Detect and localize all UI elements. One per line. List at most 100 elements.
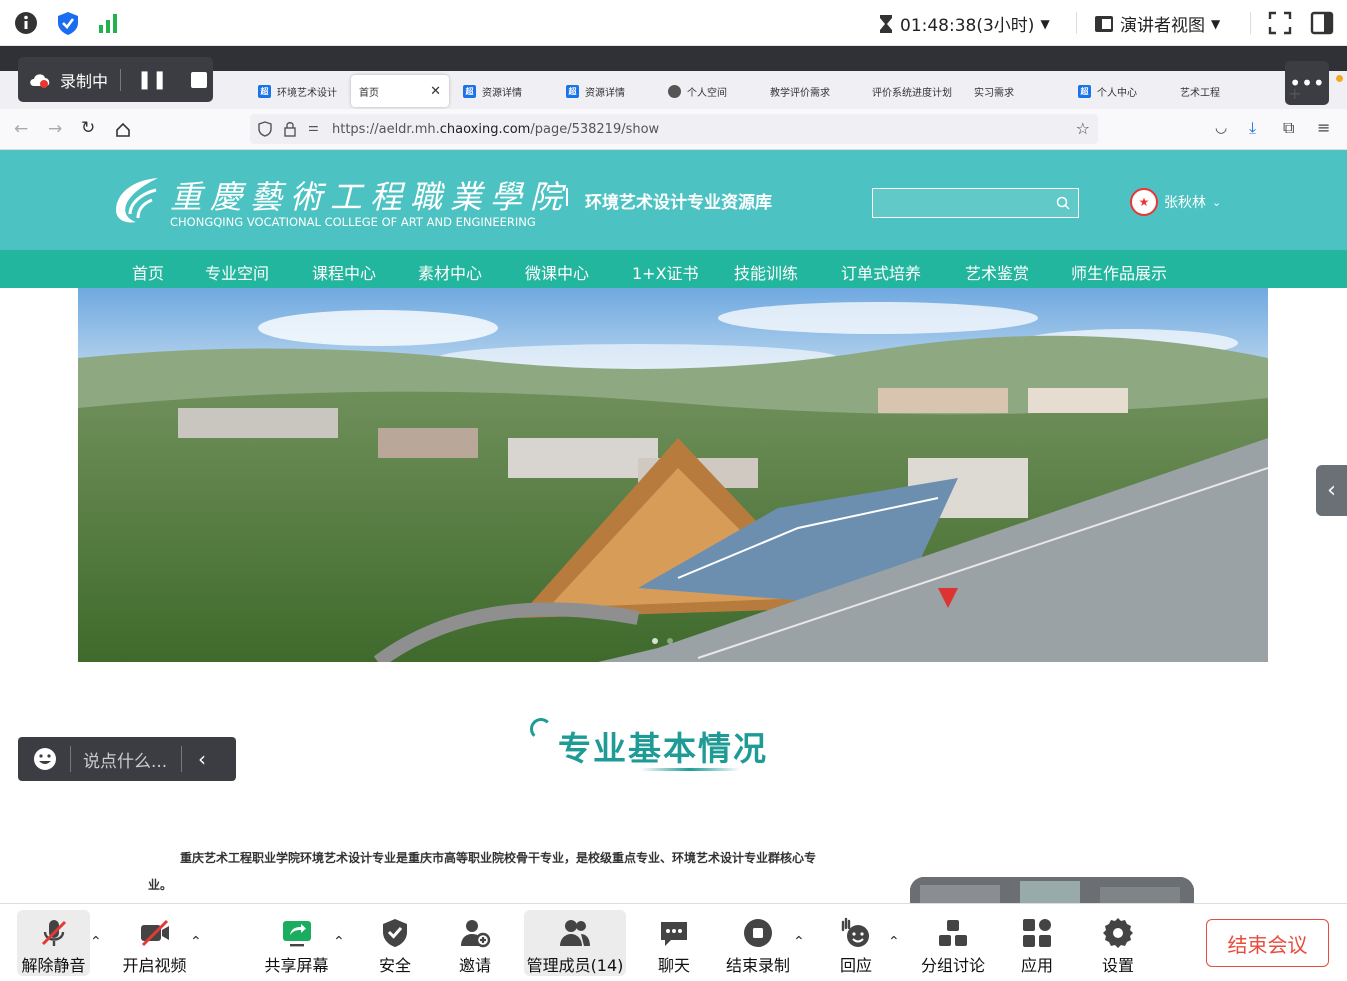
back-icon[interactable]: ← [14,119,28,139]
nav-item-1x-certificate[interactable]: 1+X证书 [632,260,699,284]
apps-button[interactable]: 应用 [1006,910,1068,976]
browser-nav-bar: ← → ↻ ⚌ https://aeldr.mh. chaoxing.com/pa… [0,109,1347,150]
home-icon[interactable] [115,122,131,138]
reload-icon[interactable]: ↻ [81,118,95,138]
invite-icon [461,920,491,948]
sidebar-toggle-icon[interactable] [1309,10,1335,36]
intro-paragraph: 重庆艺术工程职业学院环境艺术设计专业是重庆市高等职业院校骨干专业，是校级重点专业… [180,851,817,865]
nav-item-materials[interactable]: 素材中心 [418,260,482,284]
site-search-input[interactable] [872,188,1079,218]
emoji-icon[interactable] [32,746,58,772]
stop-recording-button[interactable]: 结束录制 [718,910,798,976]
info-icon[interactable] [13,10,39,36]
toolbar-label: 解除静音 [21,956,86,975]
timer-text: 01:48:38(3小时) [900,16,1035,36]
hero-banner-image[interactable] [78,288,1268,662]
search-icon[interactable] [1056,196,1070,210]
nav-item-micro-lessons[interactable]: 微课中心 [525,260,589,284]
unmute-button[interactable]: 解除静音 [17,910,90,976]
forward-icon[interactable]: → [48,119,62,139]
tab-art-engineering[interactable]: 艺术工程 [1172,75,1267,107]
presenter-view-button[interactable]: 演讲者视图 ▼ [1094,11,1220,36]
meeting-timer[interactable]: 01:48:38(3小时) ▼ [878,11,1050,36]
download-icon[interactable]: ⤓ [1249,118,1256,138]
chevron-up-icon[interactable]: ⌃ [333,934,345,950]
security-shield-icon[interactable] [55,10,81,36]
chevron-down-icon: ⌄ [1212,195,1222,209]
settings-button[interactable]: 设置 [1087,910,1149,976]
new-tab-icon[interactable]: + [1288,84,1301,103]
tab-internship[interactable]: 实习需求 [966,75,1061,107]
toolbar-label: 结束录制 [725,956,790,975]
carousel-collapse-button[interactable]: ‹ [1316,465,1347,516]
divider [120,68,122,91]
nav-item-home[interactable]: 首页 [132,260,164,284]
tab-home[interactable]: 首页 ✕ [351,75,449,107]
url-path: /page/538219/show [530,121,660,137]
chaoxing-icon: 超 [566,84,579,98]
hourglass-icon [880,14,892,33]
url-prefix: https://aeldr.mh. [332,121,440,137]
stop-icon[interactable] [191,71,208,88]
divider [1250,12,1251,34]
college-logo-icon [116,178,158,223]
extensions-icon[interactable]: ⧉ [1283,118,1294,138]
nav-item-order-training[interactable]: 订单式培养 [841,260,921,284]
chevron-up-icon[interactable]: ⌃ [190,934,202,950]
nav-item-major-space[interactable]: 专业空间 [205,260,269,284]
tab-personal-center[interactable]: 超 个人中心 [1070,75,1165,107]
chevron-left-icon[interactable]: ‹ [198,747,206,771]
pause-icon[interactable]: ❚❚ [137,69,167,90]
nav-item-works-showcase[interactable]: 师生作品展示 [1071,260,1167,284]
user-menu[interactable]: ★ 张秋林 ⌄ [1130,188,1221,216]
toolbar-label: 分组讨论 [920,956,985,975]
pocket-icon[interactable]: ◡ [1215,120,1227,136]
loading-icon [530,718,552,740]
end-meeting-button[interactable]: 结束会议 [1206,919,1329,967]
nav-item-courses[interactable]: 课程中心 [312,260,376,284]
fullscreen-icon[interactable] [1267,10,1293,36]
section-title: 专业基本情况 [558,729,768,768]
tab-env-art[interactable]: 超 环境艺术设计 [250,75,345,107]
gear-icon [1103,918,1133,948]
start-video-button[interactable]: 开启视频 [118,910,191,976]
tab-personal-space[interactable]: 个人空间 [660,75,755,107]
tab-label: 环境艺术设计 [277,87,337,99]
chat-input[interactable]: 说点什么... [83,747,181,772]
close-icon[interactable]: ✕ [430,84,441,99]
tab-label: 教学评价需求 [770,87,830,99]
tab-resource-2[interactable]: 超 资源详情 [558,75,653,107]
chevron-up-icon[interactable]: ⌃ [90,934,102,950]
tab-label: 首页 [359,87,379,99]
toolbar-label: 邀请 [458,956,491,975]
invite-button[interactable]: 邀请 [444,910,506,976]
tab-resource-1[interactable]: 超 资源详情 [455,75,550,107]
permissions-icon: ⚌ [308,120,319,134]
tab-eval-plan[interactable]: 评价系统进度计划 [864,75,959,107]
site-subtitle: 环境艺术设计专业资源库 [585,193,772,213]
menu-icon[interactable]: ≡ [1317,118,1330,137]
campus-aerial-illustration [78,288,1268,662]
security-button[interactable]: 安全 [364,910,426,976]
college-name-cn: 重慶藝術工程職業學院 [170,178,571,216]
signal-icon[interactable] [96,10,122,36]
tab-label: 艺术工程 [1180,87,1220,99]
nav-item-skills[interactable]: 技能训练 [734,260,798,284]
presenter-view-label: 演讲者视图 [1120,16,1205,36]
toolbar-label: 聊天 [657,956,690,975]
chat-button[interactable]: 聊天 [643,910,705,976]
share-screen-button[interactable]: 共享屏幕 [260,910,333,976]
site-header: 重慶藝術工程職業學院 CHONGQING VOCATIONAL COLLEGE … [0,150,1347,250]
address-bar[interactable]: ⚌ https://aeldr.mh. chaoxing.com/page/538… [250,114,1098,144]
chevron-up-icon[interactable]: ⌃ [793,934,805,950]
nav-item-art-appreciation[interactable]: 艺术鉴赏 [965,260,1029,284]
tab-label: 个人空间 [687,87,727,99]
quick-chat-box[interactable]: 说点什么... ‹ [18,737,236,781]
tab-teaching-eval[interactable]: 教学评价需求 [762,75,857,107]
bookmark-star-icon[interactable]: ☆ [1076,119,1090,138]
toolbar-label: 安全 [378,956,411,975]
breakout-rooms-button[interactable]: 分组讨论 [915,910,991,976]
chevron-up-icon[interactable]: ⌃ [888,934,900,950]
reaction-button[interactable]: 回应 [825,910,887,976]
manage-members-button[interactable]: 管理成员(14) [524,910,626,976]
